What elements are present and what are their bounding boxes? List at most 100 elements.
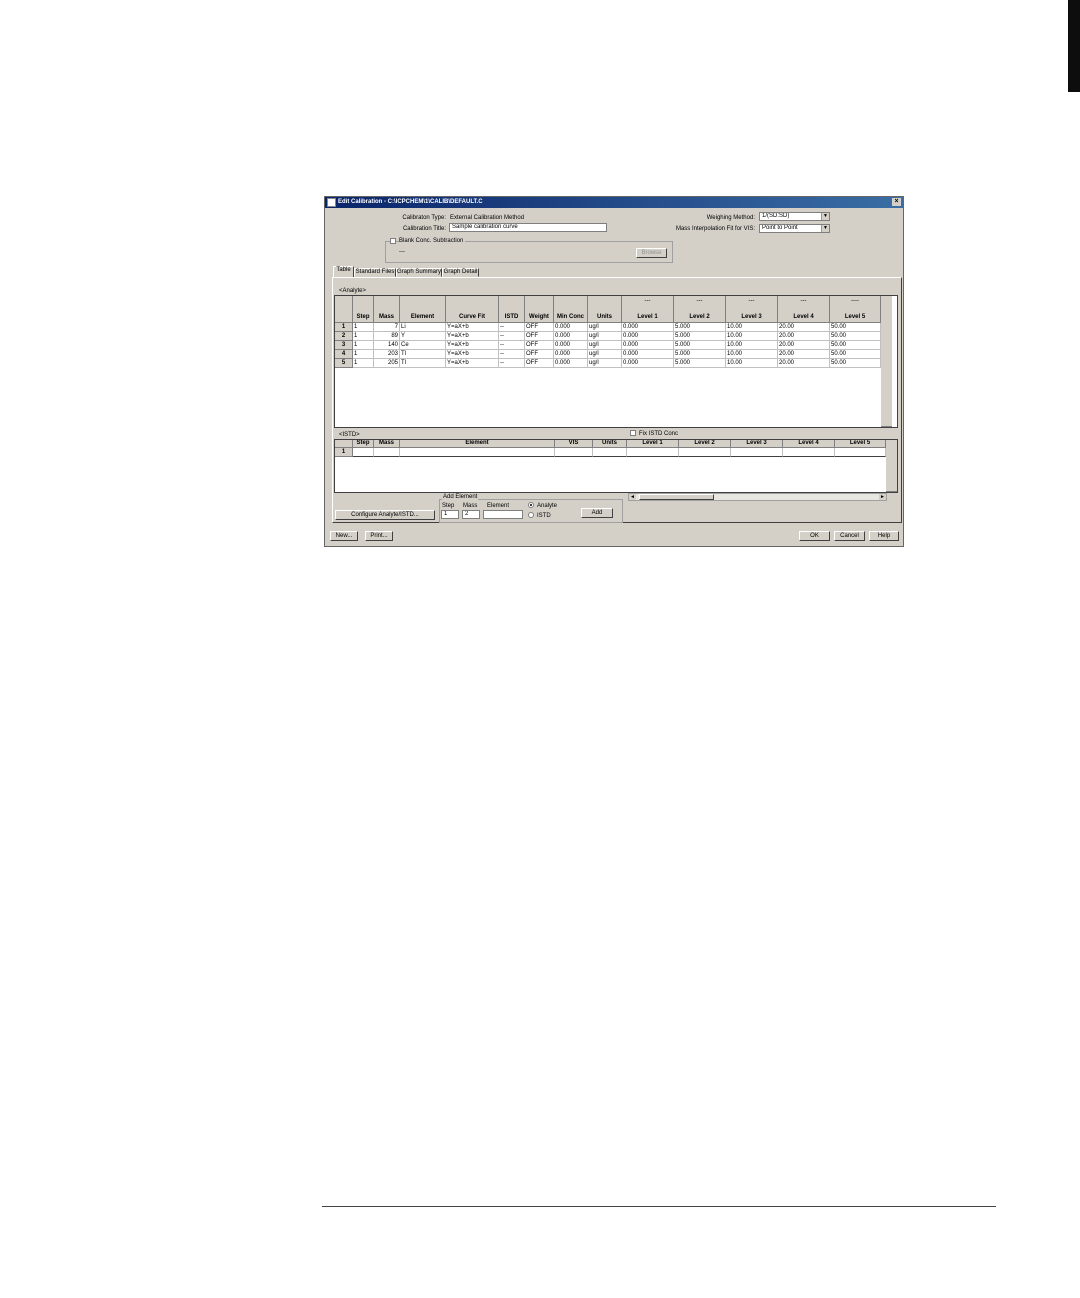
- table-cell[interactable]: Y=aX+b: [446, 341, 499, 350]
- print-button[interactable]: Print...: [365, 531, 393, 541]
- scrollbar-thumb[interactable]: [639, 494, 714, 500]
- column-header[interactable]: Level 1 ---: [622, 296, 674, 323]
- table-cell[interactable]: 10.00: [726, 359, 778, 368]
- table-cell[interactable]: 20.00: [778, 341, 830, 350]
- table-cell[interactable]: 5.000: [674, 359, 726, 368]
- table-cell[interactable]: 50.00: [830, 350, 881, 359]
- add-step-field[interactable]: 1: [441, 510, 459, 519]
- table-cell[interactable]: 205: [374, 359, 400, 368]
- column-header[interactable]: Level 3: [731, 440, 783, 448]
- table-cell[interactable]: 0.000: [622, 350, 674, 359]
- column-header[interactable]: Level 1: [627, 440, 679, 448]
- table-cell[interactable]: Tl: [400, 359, 446, 368]
- column-header[interactable]: Level 5 ----: [830, 296, 881, 323]
- row-number[interactable]: 3: [335, 341, 353, 350]
- table-cell[interactable]: 140: [374, 341, 400, 350]
- table-cell[interactable]: Tl: [400, 350, 446, 359]
- table-cell[interactable]: 1: [353, 332, 374, 341]
- vertical-scrollbar-strip[interactable]: [881, 296, 892, 427]
- scroll-right-icon[interactable]: ►: [879, 494, 886, 500]
- table-cell[interactable]: [835, 448, 886, 457]
- fix-istd-checkbox[interactable]: [630, 430, 636, 436]
- table-cell[interactable]: --: [499, 332, 525, 341]
- tab-graph-detail[interactable]: Graph Detail: [442, 268, 479, 277]
- table-cell[interactable]: 50.00: [830, 359, 881, 368]
- blank-subtraction-checkbox[interactable]: [390, 238, 396, 244]
- row-number[interactable]: 4: [335, 350, 353, 359]
- analyte-table[interactable]: Step Mass Element Curve Fit ISTD Weight Min Co…: [334, 295, 898, 428]
- table-cell[interactable]: 1: [353, 323, 374, 332]
- row-number[interactable]: 2: [335, 332, 353, 341]
- table-cell[interactable]: OFF: [525, 323, 554, 332]
- table-cell[interactable]: 203: [374, 350, 400, 359]
- column-header[interactable]: Level 4: [783, 440, 835, 448]
- column-header[interactable]: Weight: [525, 296, 554, 323]
- column-header[interactable]: Element: [400, 440, 555, 448]
- table-cell[interactable]: 7: [374, 323, 400, 332]
- add-element-field[interactable]: [483, 510, 523, 519]
- new-button[interactable]: New...: [330, 531, 358, 541]
- table-cell[interactable]: 5.000: [674, 341, 726, 350]
- mass-interpolation-select[interactable]: Point to Point ▼: [759, 224, 830, 233]
- table-cell[interactable]: [731, 448, 783, 457]
- table-cell[interactable]: 0.000: [622, 323, 674, 332]
- table-cell[interactable]: 0.000: [554, 359, 588, 368]
- tab-standard-files[interactable]: Standard Files: [354, 268, 396, 277]
- table-cell[interactable]: [627, 448, 679, 457]
- configure-analyte-istd-button[interactable]: Configure Analyte/ISTD...: [335, 510, 435, 520]
- column-header[interactable]: Level 2: [679, 440, 731, 448]
- table-cell[interactable]: 10.00: [726, 341, 778, 350]
- table-cell[interactable]: OFF: [525, 359, 554, 368]
- table-cell[interactable]: ug/l: [588, 359, 622, 368]
- table-cell[interactable]: 20.00: [778, 350, 830, 359]
- row-number[interactable]: 5: [335, 359, 353, 368]
- table-cell[interactable]: 0.000: [554, 350, 588, 359]
- table-cell[interactable]: --: [499, 350, 525, 359]
- row-number[interactable]: 1: [335, 448, 353, 457]
- table-cell[interactable]: [400, 448, 555, 457]
- table-cell[interactable]: 0.000: [622, 359, 674, 368]
- table-cell[interactable]: 5.000: [674, 323, 726, 332]
- table-cell[interactable]: 0.000: [554, 332, 588, 341]
- table-cell[interactable]: Li: [400, 323, 446, 332]
- table-cell[interactable]: OFF: [525, 332, 554, 341]
- chevron-down-icon[interactable]: ▼: [821, 213, 829, 220]
- table-cell[interactable]: 20.00: [778, 359, 830, 368]
- table-cell[interactable]: 89: [374, 332, 400, 341]
- column-header[interactable]: Element: [400, 296, 446, 323]
- ok-button[interactable]: OK: [799, 531, 830, 541]
- table-cell[interactable]: --: [499, 341, 525, 350]
- table-cell[interactable]: 50.00: [830, 323, 881, 332]
- column-header[interactable]: Level 2 ---: [674, 296, 726, 323]
- table-cell[interactable]: 0.000: [554, 323, 588, 332]
- table-cell[interactable]: 10.00: [726, 323, 778, 332]
- tab-graph-summary[interactable]: Graph Summary: [396, 268, 442, 277]
- istd-radio[interactable]: [528, 512, 534, 518]
- column-header[interactable]: Step: [353, 296, 374, 323]
- table-cell[interactable]: 10.00: [726, 350, 778, 359]
- table-cell[interactable]: OFF: [525, 341, 554, 350]
- table-cell[interactable]: ug/l: [588, 350, 622, 359]
- table-cell[interactable]: --: [499, 323, 525, 332]
- table-cell[interactable]: Y=aX+b: [446, 359, 499, 368]
- table-cell[interactable]: 0.000: [622, 332, 674, 341]
- add-mass-field[interactable]: 2: [462, 510, 480, 519]
- column-header[interactable]: Min Conc: [554, 296, 588, 323]
- column-header[interactable]: Mass: [374, 440, 400, 448]
- help-button[interactable]: Help: [869, 531, 899, 541]
- table-cell[interactable]: [555, 448, 593, 457]
- table-cell[interactable]: 1: [353, 350, 374, 359]
- column-header[interactable]: Level 5: [835, 440, 886, 448]
- table-cell[interactable]: Y=aX+b: [446, 332, 499, 341]
- table-cell[interactable]: 50.00: [830, 341, 881, 350]
- table-cell[interactable]: ug/l: [588, 332, 622, 341]
- table-cell[interactable]: ug/l: [588, 323, 622, 332]
- column-header[interactable]: Level 3 ---: [726, 296, 778, 323]
- column-header[interactable]: Units: [588, 296, 622, 323]
- table-cell[interactable]: 0.000: [554, 341, 588, 350]
- table-cell[interactable]: Y: [400, 332, 446, 341]
- calibration-title-field[interactable]: Sample calibration curve: [449, 223, 607, 232]
- table-cell[interactable]: [353, 448, 374, 457]
- table-cell[interactable]: 0.000: [622, 341, 674, 350]
- table-cell[interactable]: OFF: [525, 350, 554, 359]
